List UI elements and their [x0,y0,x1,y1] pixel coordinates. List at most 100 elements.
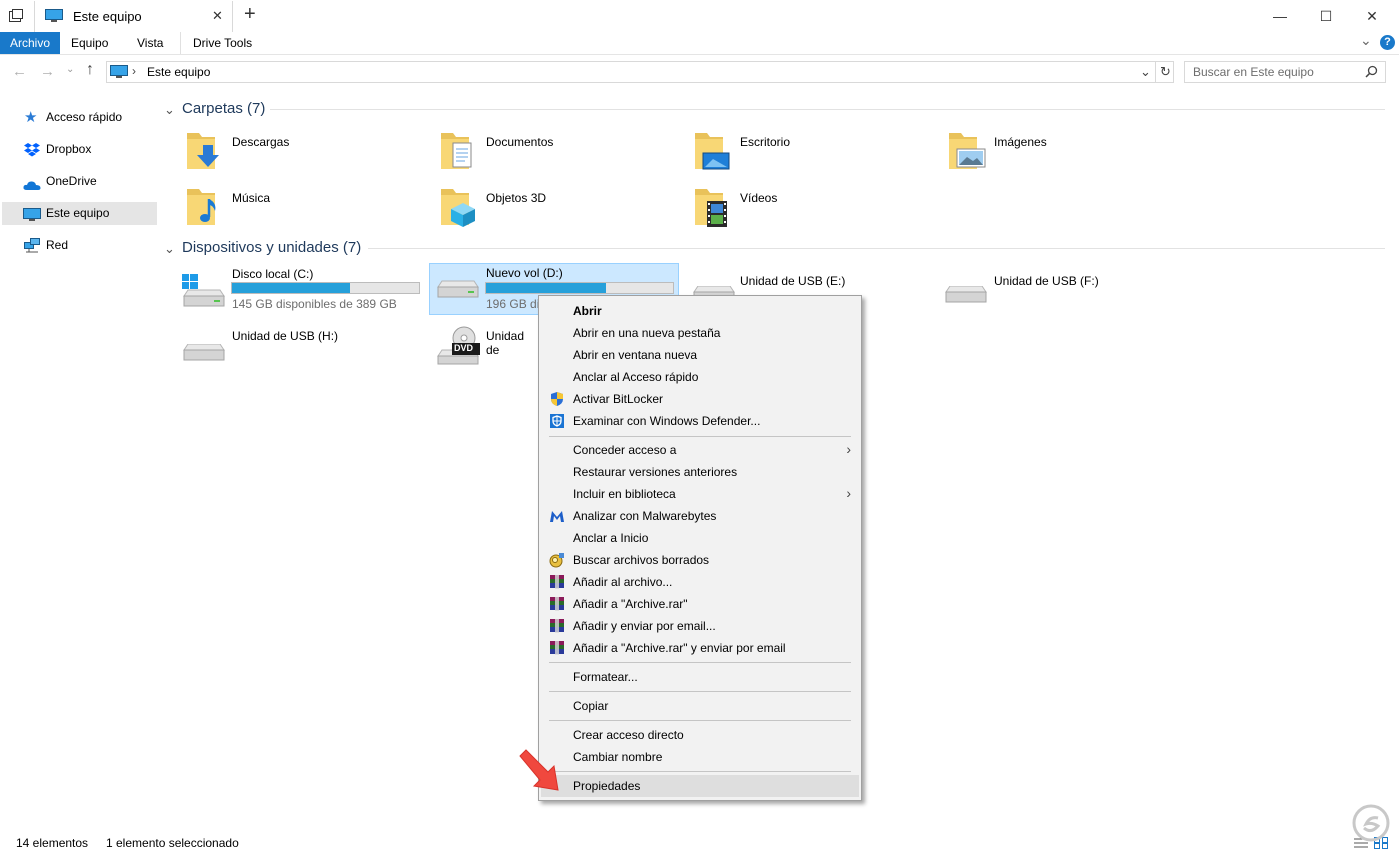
folder-item-descargas[interactable]: Descargas [180,126,420,174]
group-header-dispositivos[interactable]: Dispositivos y unidades (7) [182,239,361,256]
menu-item-incluir-biblioteca[interactable]: Incluir en biblioteca › [539,483,861,505]
menu-item-conceder-acceso[interactable]: Conceder acceso a › [539,439,861,461]
folder-item-objetos-3d[interactable]: Objetos 3D [434,182,674,230]
usb-drive-icon [942,285,990,313]
group-header-carpetas[interactable]: Carpetas (7) [182,100,265,117]
dropbox-icon [24,142,40,165]
breadcrumb-separator-icon[interactable]: › [132,64,136,78]
usb-drive-icon [180,343,228,371]
task-view-icon[interactable] [8,8,24,24]
sidebar-item-label: Este equipo [46,206,110,220]
new-tab-button[interactable]: + [244,3,256,26]
drive-item-h[interactable]: Unidad de USB (H:) [178,326,428,372]
folder-name: Vídeos [740,191,778,205]
close-button[interactable]: ✕ [1349,0,1395,32]
maximize-button[interactable]: ☐ [1303,0,1349,32]
cloud-icon [23,176,41,199]
close-icon: ✕ [1366,7,1378,24]
menu-item-label: Conceder acceso a [573,443,677,457]
folder-item-escritorio[interactable]: Escritorio [688,126,928,174]
refresh-icon[interactable]: ↻ [1155,62,1175,82]
menu-item-malwarebytes[interactable]: Analizar con Malwarebytes [539,505,861,527]
drive-usage-bar [485,282,674,294]
menu-item-abrir-ventana-nueva[interactable]: Abrir en ventana nueva [539,344,861,366]
menu-item-anadir-enviar-email[interactable]: Añadir y enviar por email... [539,615,861,637]
drive-name: Disco local (C:) [232,267,314,281]
menu-item-anclar-inicio[interactable]: Anclar a Inicio [539,527,861,549]
menu-item-label: Añadir a "Archive.rar" y enviar por emai… [573,641,786,655]
winrar-icon [549,640,565,656]
help-button[interactable]: ? [1380,35,1395,50]
menu-item-label: Examinar con Windows Defender... [573,414,761,428]
sidebar-item-dropbox[interactable]: Dropbox [2,138,157,161]
drive-item-c[interactable]: Disco local (C:) 145 GB disponibles de 3… [178,264,428,314]
recent-locations-icon[interactable]: ⌄ [66,64,74,75]
drive-usage-bar [231,282,420,294]
ribbon-tab-equipo[interactable]: Equipo [59,32,120,54]
menu-item-anadir-archivo[interactable]: Añadir al archivo... [539,571,861,593]
menu-item-anadir-archive-rar[interactable]: Añadir a "Archive.rar" [539,593,861,615]
menu-item-cambiar-nombre[interactable]: Cambiar nombre [539,746,861,768]
drive-name: Nuevo vol (D:) [486,266,563,280]
windows-drive-icon [180,274,228,317]
tab-title: Este equipo [73,9,142,24]
malwarebytes-icon [549,508,565,524]
menu-separator [549,771,851,772]
menu-item-abrir-nueva-pestana[interactable]: Abrir en una nueva pestaña [539,322,861,344]
downloads-folder-icon [185,129,229,176]
folder-item-videos[interactable]: Vídeos [688,182,928,230]
back-icon[interactable]: ← [12,63,27,80]
search-icon[interactable] [1365,64,1378,84]
up-icon[interactable]: ↑ [86,61,94,79]
menu-item-anclar-acceso-rapido[interactable]: Anclar al Acceso rápido [539,366,861,388]
menu-item-crear-acceso-directo[interactable]: Crear acceso directo [539,724,861,746]
menu-separator [549,662,851,663]
tab-este-equipo[interactable]: Este equipo ✕ [34,1,233,32]
menu-item-activar-bitlocker[interactable]: Activar BitLocker [539,388,861,410]
breadcrumb[interactable]: Este equipo [147,65,210,79]
sidebar-item-este-equipo[interactable]: Este equipo [2,202,157,225]
group-toggle-icon[interactable]: ⌄ [164,102,175,118]
context-menu: Abrir Abrir en una nueva pestaña Abrir e… [538,295,862,801]
folder-item-musica[interactable]: Música [180,182,420,230]
ribbon-tab-drive-tools[interactable]: Drive Tools [180,32,264,54]
menu-item-anadir-rar-enviar-email[interactable]: Añadir a "Archive.rar" y enviar por emai… [539,637,861,659]
menu-item-copiar[interactable]: Copiar [539,695,861,717]
menu-item-label: Analizar con Malwarebytes [573,509,717,523]
menu-item-restaurar-versiones[interactable]: Restaurar versiones anteriores [539,461,861,483]
menu-item-examinar-defender[interactable]: Examinar con Windows Defender... [539,410,861,432]
sidebar-item-label: OneDrive [46,174,97,188]
forward-icon[interactable]: → [40,63,55,80]
drive-free-space: 145 GB disponibles de 389 GB [232,297,397,311]
menu-item-label: Crear acceso directo [573,728,684,742]
close-tab-icon[interactable]: ✕ [212,8,223,24]
ribbon-collapse-icon[interactable]: ⌄ [1360,32,1372,49]
address-dropdown-icon[interactable]: ⌄ [1140,64,1151,80]
drive-item-f[interactable]: Unidad de USB (F:) [942,264,1192,314]
menu-item-formatear[interactable]: Formatear... [539,666,861,688]
address-bar[interactable]: › Este equipo ⌄ ↻ [106,61,1174,83]
ribbon-tab-vista[interactable]: Vista [125,32,175,54]
menu-item-label: Anclar al Acceso rápido [573,370,699,384]
menu-item-abrir[interactable]: Abrir [539,300,861,322]
ribbon-tab-archivo[interactable]: Archivo [0,32,61,54]
menu-item-propiedades[interactable]: Propiedades [541,775,859,797]
sidebar-item-red[interactable]: Red [2,234,157,257]
folder-item-documentos[interactable]: Documentos [434,126,674,174]
group-toggle-icon[interactable]: ⌄ [164,241,175,257]
item-count: 14 elementos [16,836,89,850]
sidebar-item-onedrive[interactable]: OneDrive [2,170,157,193]
drive-name: Unidad de USB (F:) [994,274,1099,288]
folder-name: Escritorio [740,135,791,149]
sidebar-item-acceso-rapido[interactable]: ★ Acceso rápido [2,106,157,129]
menu-item-label: Anclar a Inicio [573,531,649,545]
help-icon: ? [1384,36,1391,48]
sidebar-item-label: Red [46,238,69,252]
menu-item-buscar-borrados[interactable]: Buscar archivos borrados [539,549,861,571]
selection-count: 1 elemento seleccionado [106,836,239,850]
minimize-button[interactable]: — [1257,0,1303,32]
search-input[interactable]: Buscar en Este equipo [1184,61,1386,83]
drive-name: Unidad de [486,329,525,357]
folder-item-imagenes[interactable]: Imágenes [942,126,1182,174]
drive-item-dvd[interactable]: DVD Unidad de [432,326,538,372]
